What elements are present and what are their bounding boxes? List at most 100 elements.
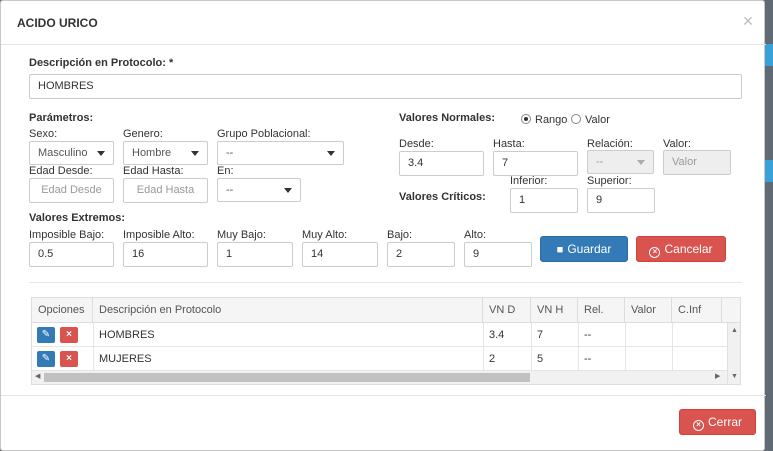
sexo-value: Masculino (38, 147, 88, 159)
alto-input[interactable]: 9 (464, 242, 532, 267)
column-divider (531, 323, 532, 371)
relacion-value: -- (596, 156, 604, 168)
desde-label: Desde: (399, 138, 434, 150)
pencil-icon: ✎ (41, 329, 51, 340)
grupo-label: Grupo Poblacional: (217, 128, 311, 140)
alto-label: Alto: (464, 229, 487, 241)
scroll-down-icon[interactable]: ▼ (731, 373, 738, 381)
column-header-c-inf[interactable]: C.Inf (672, 298, 722, 323)
genero-select[interactable]: Hombre (123, 141, 208, 165)
inferior-input[interactable]: 1 (510, 188, 578, 213)
rango-label: Rango (535, 114, 568, 126)
chevron-down-icon (637, 160, 645, 165)
descripcion-input[interactable]: HOMBRES (29, 74, 742, 99)
modal-title: ACIDO URICO (17, 16, 98, 30)
footer-divider (1, 395, 766, 396)
relacion-select[interactable]: -- (587, 150, 654, 174)
descripcion-label: Descripción en Protocolo: * (29, 57, 174, 69)
valor-input[interactable]: Valor (663, 150, 731, 175)
genero-value: Hombre (132, 147, 172, 159)
edad-desde-input[interactable]: Edad Desde (29, 178, 114, 203)
close-circle-icon: × (692, 420, 704, 431)
bajo-label: Bajo: (387, 229, 413, 241)
valores-normales-label: Valores Normales: (399, 112, 495, 124)
chevron-down-icon (191, 151, 199, 156)
cell-descripcion: HOMBRES (99, 329, 155, 341)
inferior-label: Inferior: (510, 175, 548, 187)
edad-desde-label: Edad Desde: (29, 165, 93, 177)
column-header-descripcion[interactable]: Descripción en Protocolo (93, 298, 483, 323)
guardar-button[interactable]: ■ Guardar (540, 236, 628, 262)
valor-label: Valor: (663, 138, 691, 150)
cancelar-button[interactable]: × Cancelar (636, 236, 726, 262)
parametros-label: Parámetros: (29, 112, 94, 124)
close-icon: × (66, 353, 72, 364)
modal-header: ACIDO URICO × (1, 1, 766, 45)
close-icon[interactable]: × (740, 12, 756, 30)
horizontal-scrollbar[interactable]: ◀ ▶ (32, 371, 727, 384)
muy-bajo-input[interactable]: 1 (217, 242, 293, 267)
bajo-input[interactable]: 2 (387, 242, 455, 267)
column-header-vn-d[interactable]: VN D (483, 298, 531, 323)
scroll-left-icon[interactable]: ◀ (35, 373, 40, 381)
hasta-input[interactable]: 7 (493, 151, 578, 176)
vertical-scrollbar[interactable]: ▲ ▼ (727, 323, 740, 384)
column-header-opciones[interactable]: Opciones (32, 298, 93, 323)
chevron-down-icon (327, 151, 335, 156)
protocol-table: Opciones Descripción en Protocolo VN D V… (31, 297, 741, 385)
column-header-valor[interactable]: Valor (625, 298, 672, 323)
scroll-right-icon[interactable]: ▶ (715, 373, 720, 381)
muy-bajo-label: Muy Bajo: (217, 229, 266, 241)
hasta-label: Hasta: (493, 138, 525, 150)
modal-dialog: ACIDO URICO × Descripción en Protocolo: … (0, 0, 766, 451)
edit-button[interactable]: ✎ (37, 351, 55, 367)
cell-vn-h: 7 (537, 329, 544, 341)
column-divider (483, 323, 484, 371)
sexo-select[interactable]: Masculino (29, 141, 114, 165)
edit-button[interactable]: ✎ (37, 327, 55, 343)
table-row[interactable]: ✎ × MUJERES 2 5 -- (32, 347, 727, 371)
rango-radio[interactable] (521, 114, 531, 124)
delete-button[interactable]: × (60, 327, 78, 343)
cell-descripcion: MUJERES (99, 353, 152, 365)
pencil-icon: ✎ (41, 353, 51, 364)
horizontal-scroll-thumb[interactable] (44, 373, 530, 382)
valores-criticos-label: Valores Críticos: (399, 191, 486, 203)
delete-button[interactable]: × (60, 351, 78, 367)
save-icon: ■ (556, 244, 564, 256)
section-divider (29, 282, 742, 283)
valor-radio[interactable] (571, 114, 581, 124)
background-element (765, 44, 773, 66)
valores-extremos-label: Valores Extremos: (29, 212, 125, 224)
valor-radio-label: Valor (585, 114, 610, 126)
scroll-up-icon[interactable]: ▲ (731, 327, 738, 335)
table-header: Opciones Descripción en Protocolo VN D V… (32, 298, 740, 323)
edad-hasta-input[interactable]: Edad Hasta (123, 178, 208, 203)
superior-input[interactable]: 9 (587, 188, 655, 213)
genero-label: Genero: (123, 128, 163, 140)
column-divider (625, 323, 626, 371)
table-row[interactable]: ✎ × HOMBRES 3.4 7 -- (32, 323, 727, 347)
edad-hasta-label: Edad Hasta: (123, 165, 184, 177)
cell-vn-d: 3.4 (489, 329, 505, 341)
column-divider (93, 323, 94, 371)
desde-input[interactable]: 3.4 (399, 151, 484, 176)
en-label: En: (217, 165, 234, 177)
background-element (765, 160, 773, 182)
grupo-select[interactable]: -- (217, 141, 344, 165)
cell-vn-d: 2 (489, 353, 496, 365)
muy-alto-input[interactable]: 14 (302, 242, 378, 267)
cell-rel: -- (584, 329, 592, 341)
en-value: -- (226, 184, 234, 196)
imposible-bajo-input[interactable]: 0.5 (29, 242, 114, 267)
column-header-vn-h[interactable]: VN H (531, 298, 578, 323)
close-circle-icon: × (649, 247, 661, 258)
chevron-down-icon (284, 188, 292, 193)
column-header-rel[interactable]: Rel. (578, 298, 625, 323)
cerrar-label: Cerrar (707, 415, 742, 429)
background-page-edge (765, 0, 773, 451)
sexo-label: Sexo: (29, 128, 58, 140)
imposible-alto-input[interactable]: 16 (123, 242, 208, 267)
en-select[interactable]: -- (217, 178, 301, 202)
cerrar-button[interactable]: × Cerrar (679, 409, 756, 435)
